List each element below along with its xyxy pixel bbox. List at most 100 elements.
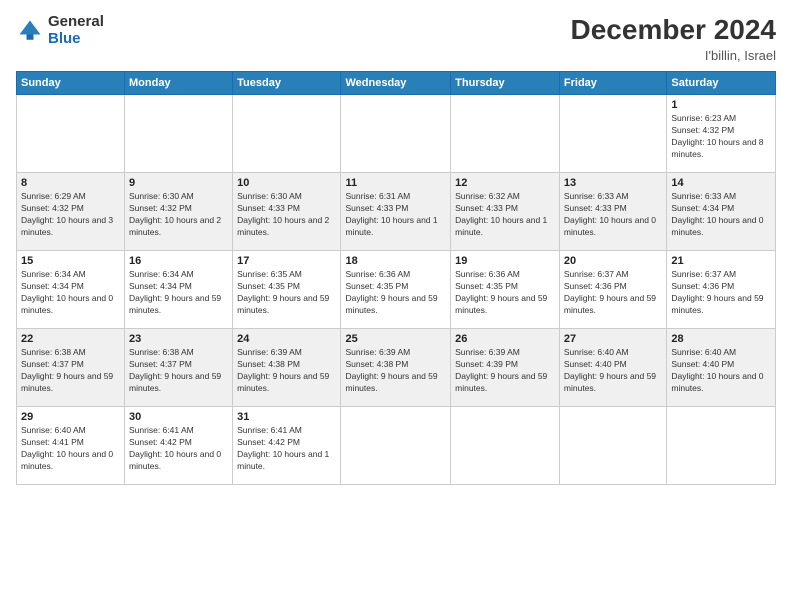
calendar-cell — [559, 95, 666, 173]
calendar-week-row: 29 Sunrise: 6:40 AM Sunset: 4:41 PM Dayl… — [17, 407, 776, 485]
calendar-cell: 20 Sunrise: 6:37 AM Sunset: 4:36 PM Dayl… — [559, 251, 666, 329]
logo-text: General Blue — [48, 14, 104, 47]
calendar-cell: 31 Sunrise: 6:41 AM Sunset: 4:42 PM Dayl… — [233, 407, 341, 485]
day-number: 16 — [129, 255, 228, 267]
day-info: Sunrise: 6:33 AM Sunset: 4:33 PM Dayligh… — [564, 191, 662, 239]
logo-general-text: General — [48, 14, 104, 31]
calendar-cell: 29 Sunrise: 6:40 AM Sunset: 4:41 PM Dayl… — [17, 407, 125, 485]
day-info: Sunrise: 6:36 AM Sunset: 4:35 PM Dayligh… — [345, 269, 446, 317]
logo-icon — [16, 17, 44, 45]
day-info: Sunrise: 6:30 AM Sunset: 4:33 PM Dayligh… — [237, 191, 336, 239]
calendar-cell: 8 Sunrise: 6:29 AM Sunset: 4:32 PM Dayli… — [17, 173, 125, 251]
col-tuesday: Tuesday — [233, 72, 341, 95]
calendar-cell: 30 Sunrise: 6:41 AM Sunset: 4:42 PM Dayl… — [125, 407, 233, 485]
calendar-cell: 14 Sunrise: 6:33 AM Sunset: 4:34 PM Dayl… — [667, 173, 776, 251]
day-number: 26 — [455, 333, 555, 345]
logo-blue-text: Blue — [48, 31, 104, 48]
day-info: Sunrise: 6:35 AM Sunset: 4:35 PM Dayligh… — [237, 269, 336, 317]
calendar-cell: 27 Sunrise: 6:40 AM Sunset: 4:40 PM Dayl… — [559, 329, 666, 407]
calendar-cell: 17 Sunrise: 6:35 AM Sunset: 4:35 PM Dayl… — [233, 251, 341, 329]
calendar-cell: 18 Sunrise: 6:36 AM Sunset: 4:35 PM Dayl… — [341, 251, 451, 329]
col-wednesday: Wednesday — [341, 72, 451, 95]
col-monday: Monday — [125, 72, 233, 95]
month-title: December 2024 — [571, 14, 776, 46]
day-info: Sunrise: 6:33 AM Sunset: 4:34 PM Dayligh… — [671, 191, 771, 239]
col-saturday: Saturday — [667, 72, 776, 95]
day-number: 15 — [21, 255, 120, 267]
calendar-cell: 19 Sunrise: 6:36 AM Sunset: 4:35 PM Dayl… — [451, 251, 560, 329]
day-number: 30 — [129, 411, 228, 423]
day-info: Sunrise: 6:36 AM Sunset: 4:35 PM Dayligh… — [455, 269, 555, 317]
day-number: 24 — [237, 333, 336, 345]
day-info: Sunrise: 6:37 AM Sunset: 4:36 PM Dayligh… — [671, 269, 771, 317]
col-friday: Friday — [559, 72, 666, 95]
day-info: Sunrise: 6:37 AM Sunset: 4:36 PM Dayligh… — [564, 269, 662, 317]
calendar-cell — [341, 95, 451, 173]
day-info: Sunrise: 6:40 AM Sunset: 4:40 PM Dayligh… — [564, 347, 662, 395]
day-number: 29 — [21, 411, 120, 423]
calendar-cell: 26 Sunrise: 6:39 AM Sunset: 4:39 PM Dayl… — [451, 329, 560, 407]
title-block: December 2024 I'billin, Israel — [571, 14, 776, 63]
day-number: 27 — [564, 333, 662, 345]
day-number: 28 — [671, 333, 771, 345]
calendar-cell: 1 Sunrise: 6:23 AM Sunset: 4:32 PM Dayli… — [667, 95, 776, 173]
calendar-week-row: 22 Sunrise: 6:38 AM Sunset: 4:37 PM Dayl… — [17, 329, 776, 407]
calendar-table: Sunday Monday Tuesday Wednesday Thursday… — [16, 71, 776, 485]
day-number: 8 — [21, 177, 120, 189]
calendar-cell — [233, 95, 341, 173]
calendar-week-row: 15 Sunrise: 6:34 AM Sunset: 4:34 PM Dayl… — [17, 251, 776, 329]
day-number: 10 — [237, 177, 336, 189]
calendar-cell: 15 Sunrise: 6:34 AM Sunset: 4:34 PM Dayl… — [17, 251, 125, 329]
calendar-header-row: Sunday Monday Tuesday Wednesday Thursday… — [17, 72, 776, 95]
calendar-cell: 23 Sunrise: 6:38 AM Sunset: 4:37 PM Dayl… — [125, 329, 233, 407]
day-info: Sunrise: 6:23 AM Sunset: 4:32 PM Dayligh… — [671, 113, 771, 161]
calendar-cell: 22 Sunrise: 6:38 AM Sunset: 4:37 PM Dayl… — [17, 329, 125, 407]
day-info: Sunrise: 6:34 AM Sunset: 4:34 PM Dayligh… — [129, 269, 228, 317]
calendar-cell — [125, 95, 233, 173]
col-thursday: Thursday — [451, 72, 560, 95]
day-info: Sunrise: 6:39 AM Sunset: 4:39 PM Dayligh… — [455, 347, 555, 395]
day-number: 13 — [564, 177, 662, 189]
day-number: 19 — [455, 255, 555, 267]
calendar-cell: 12 Sunrise: 6:32 AM Sunset: 4:33 PM Dayl… — [451, 173, 560, 251]
calendar-cell — [451, 95, 560, 173]
logo: General Blue — [16, 14, 104, 47]
day-info: Sunrise: 6:41 AM Sunset: 4:42 PM Dayligh… — [129, 425, 228, 473]
day-number: 21 — [671, 255, 771, 267]
header: General Blue December 2024 I'billin, Isr… — [16, 14, 776, 63]
calendar-cell: 21 Sunrise: 6:37 AM Sunset: 4:36 PM Dayl… — [667, 251, 776, 329]
day-number: 12 — [455, 177, 555, 189]
calendar-cell — [341, 407, 451, 485]
calendar-cell: 25 Sunrise: 6:39 AM Sunset: 4:38 PM Dayl… — [341, 329, 451, 407]
calendar-cell: 28 Sunrise: 6:40 AM Sunset: 4:40 PM Dayl… — [667, 329, 776, 407]
calendar-cell — [451, 407, 560, 485]
day-info: Sunrise: 6:39 AM Sunset: 4:38 PM Dayligh… — [237, 347, 336, 395]
day-info: Sunrise: 6:31 AM Sunset: 4:33 PM Dayligh… — [345, 191, 446, 239]
col-sunday: Sunday — [17, 72, 125, 95]
calendar-cell — [667, 407, 776, 485]
day-info: Sunrise: 6:39 AM Sunset: 4:38 PM Dayligh… — [345, 347, 446, 395]
calendar-cell: 10 Sunrise: 6:30 AM Sunset: 4:33 PM Dayl… — [233, 173, 341, 251]
page: General Blue December 2024 I'billin, Isr… — [0, 0, 792, 612]
day-info: Sunrise: 6:41 AM Sunset: 4:42 PM Dayligh… — [237, 425, 336, 473]
day-number: 9 — [129, 177, 228, 189]
day-number: 18 — [345, 255, 446, 267]
day-number: 22 — [21, 333, 120, 345]
calendar-week-row: 1 Sunrise: 6:23 AM Sunset: 4:32 PM Dayli… — [17, 95, 776, 173]
day-number: 14 — [671, 177, 771, 189]
location: I'billin, Israel — [571, 48, 776, 63]
day-info: Sunrise: 6:38 AM Sunset: 4:37 PM Dayligh… — [129, 347, 228, 395]
day-info: Sunrise: 6:30 AM Sunset: 4:32 PM Dayligh… — [129, 191, 228, 239]
day-info: Sunrise: 6:34 AM Sunset: 4:34 PM Dayligh… — [21, 269, 120, 317]
day-number: 31 — [237, 411, 336, 423]
day-number: 20 — [564, 255, 662, 267]
calendar-cell: 24 Sunrise: 6:39 AM Sunset: 4:38 PM Dayl… — [233, 329, 341, 407]
calendar-cell — [559, 407, 666, 485]
day-info: Sunrise: 6:40 AM Sunset: 4:41 PM Dayligh… — [21, 425, 120, 473]
day-info: Sunrise: 6:40 AM Sunset: 4:40 PM Dayligh… — [671, 347, 771, 395]
calendar-cell: 9 Sunrise: 6:30 AM Sunset: 4:32 PM Dayli… — [125, 173, 233, 251]
day-info: Sunrise: 6:38 AM Sunset: 4:37 PM Dayligh… — [21, 347, 120, 395]
calendar-cell: 11 Sunrise: 6:31 AM Sunset: 4:33 PM Dayl… — [341, 173, 451, 251]
day-number: 1 — [671, 99, 771, 111]
day-number: 25 — [345, 333, 446, 345]
